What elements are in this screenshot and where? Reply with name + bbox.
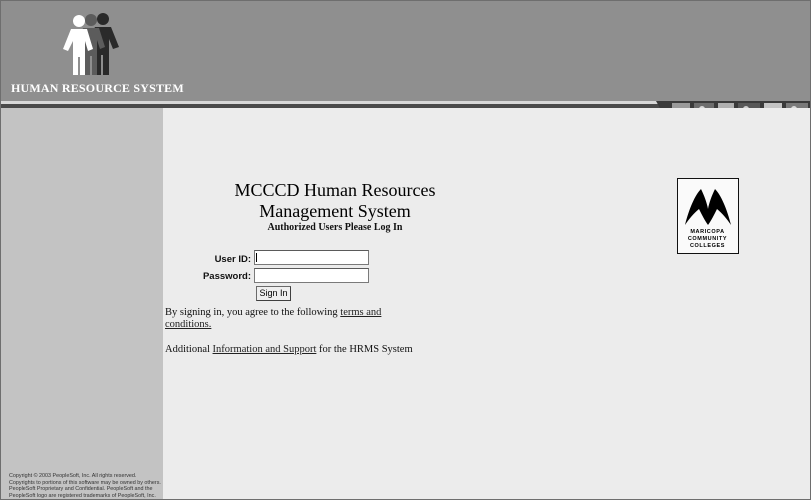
header-banner: HUMAN RESOURCE SYSTEM <box>1 1 810 101</box>
people-figures-logo <box>63 13 119 75</box>
login-instruction: Authorized Users Please Log In <box>267 222 403 233</box>
terms-prefix: By signing in, you agree to the followin… <box>165 307 341 318</box>
support-link[interactable]: Information and Support <box>213 344 317 355</box>
login-panel: MCCCD Human Resources Management System … <box>163 108 810 499</box>
copyright-notice: Copyright © 2003 PeopleSoft, Inc. All ri… <box>9 473 161 499</box>
password-label: Password: <box>202 271 251 282</box>
page-title-line1: MCCCD Human Resources <box>234 180 436 200</box>
page-title-line2: Management System <box>259 201 411 221</box>
system-title: HUMAN RESOURCE SYSTEM <box>11 81 184 95</box>
text-caret <box>256 253 257 262</box>
left-sidebar: Copyright © 2003 PeopleSoft, Inc. All ri… <box>1 108 163 499</box>
terms-notice: By signing in, you agree to the followin… <box>165 307 425 331</box>
logo-word-colleges: COLLEGES <box>689 243 726 249</box>
userid-label: User ID: <box>214 254 251 265</box>
userid-input[interactable] <box>254 250 369 265</box>
password-input[interactable] <box>254 268 369 283</box>
maricopa-logo: MARICOPA COMMUNITY COLLEGES <box>677 178 739 254</box>
logo-word-community: COMMUNITY <box>687 236 728 242</box>
page-title: MCCCD Human Resources Management System <box>203 180 467 222</box>
support-prefix: Additional <box>165 344 213 355</box>
support-notice: Additional Information and Support for t… <box>165 344 465 356</box>
page-frame: HUMAN RESOURCE SYSTEM Copyright © 2003 P… <box>0 0 811 500</box>
maricopa-m-icon <box>685 189 731 225</box>
support-suffix: for the HRMS System <box>316 344 413 355</box>
logo-word-maricopa: MARICOPA <box>690 229 725 235</box>
sign-in-button[interactable]: Sign In <box>256 286 291 301</box>
